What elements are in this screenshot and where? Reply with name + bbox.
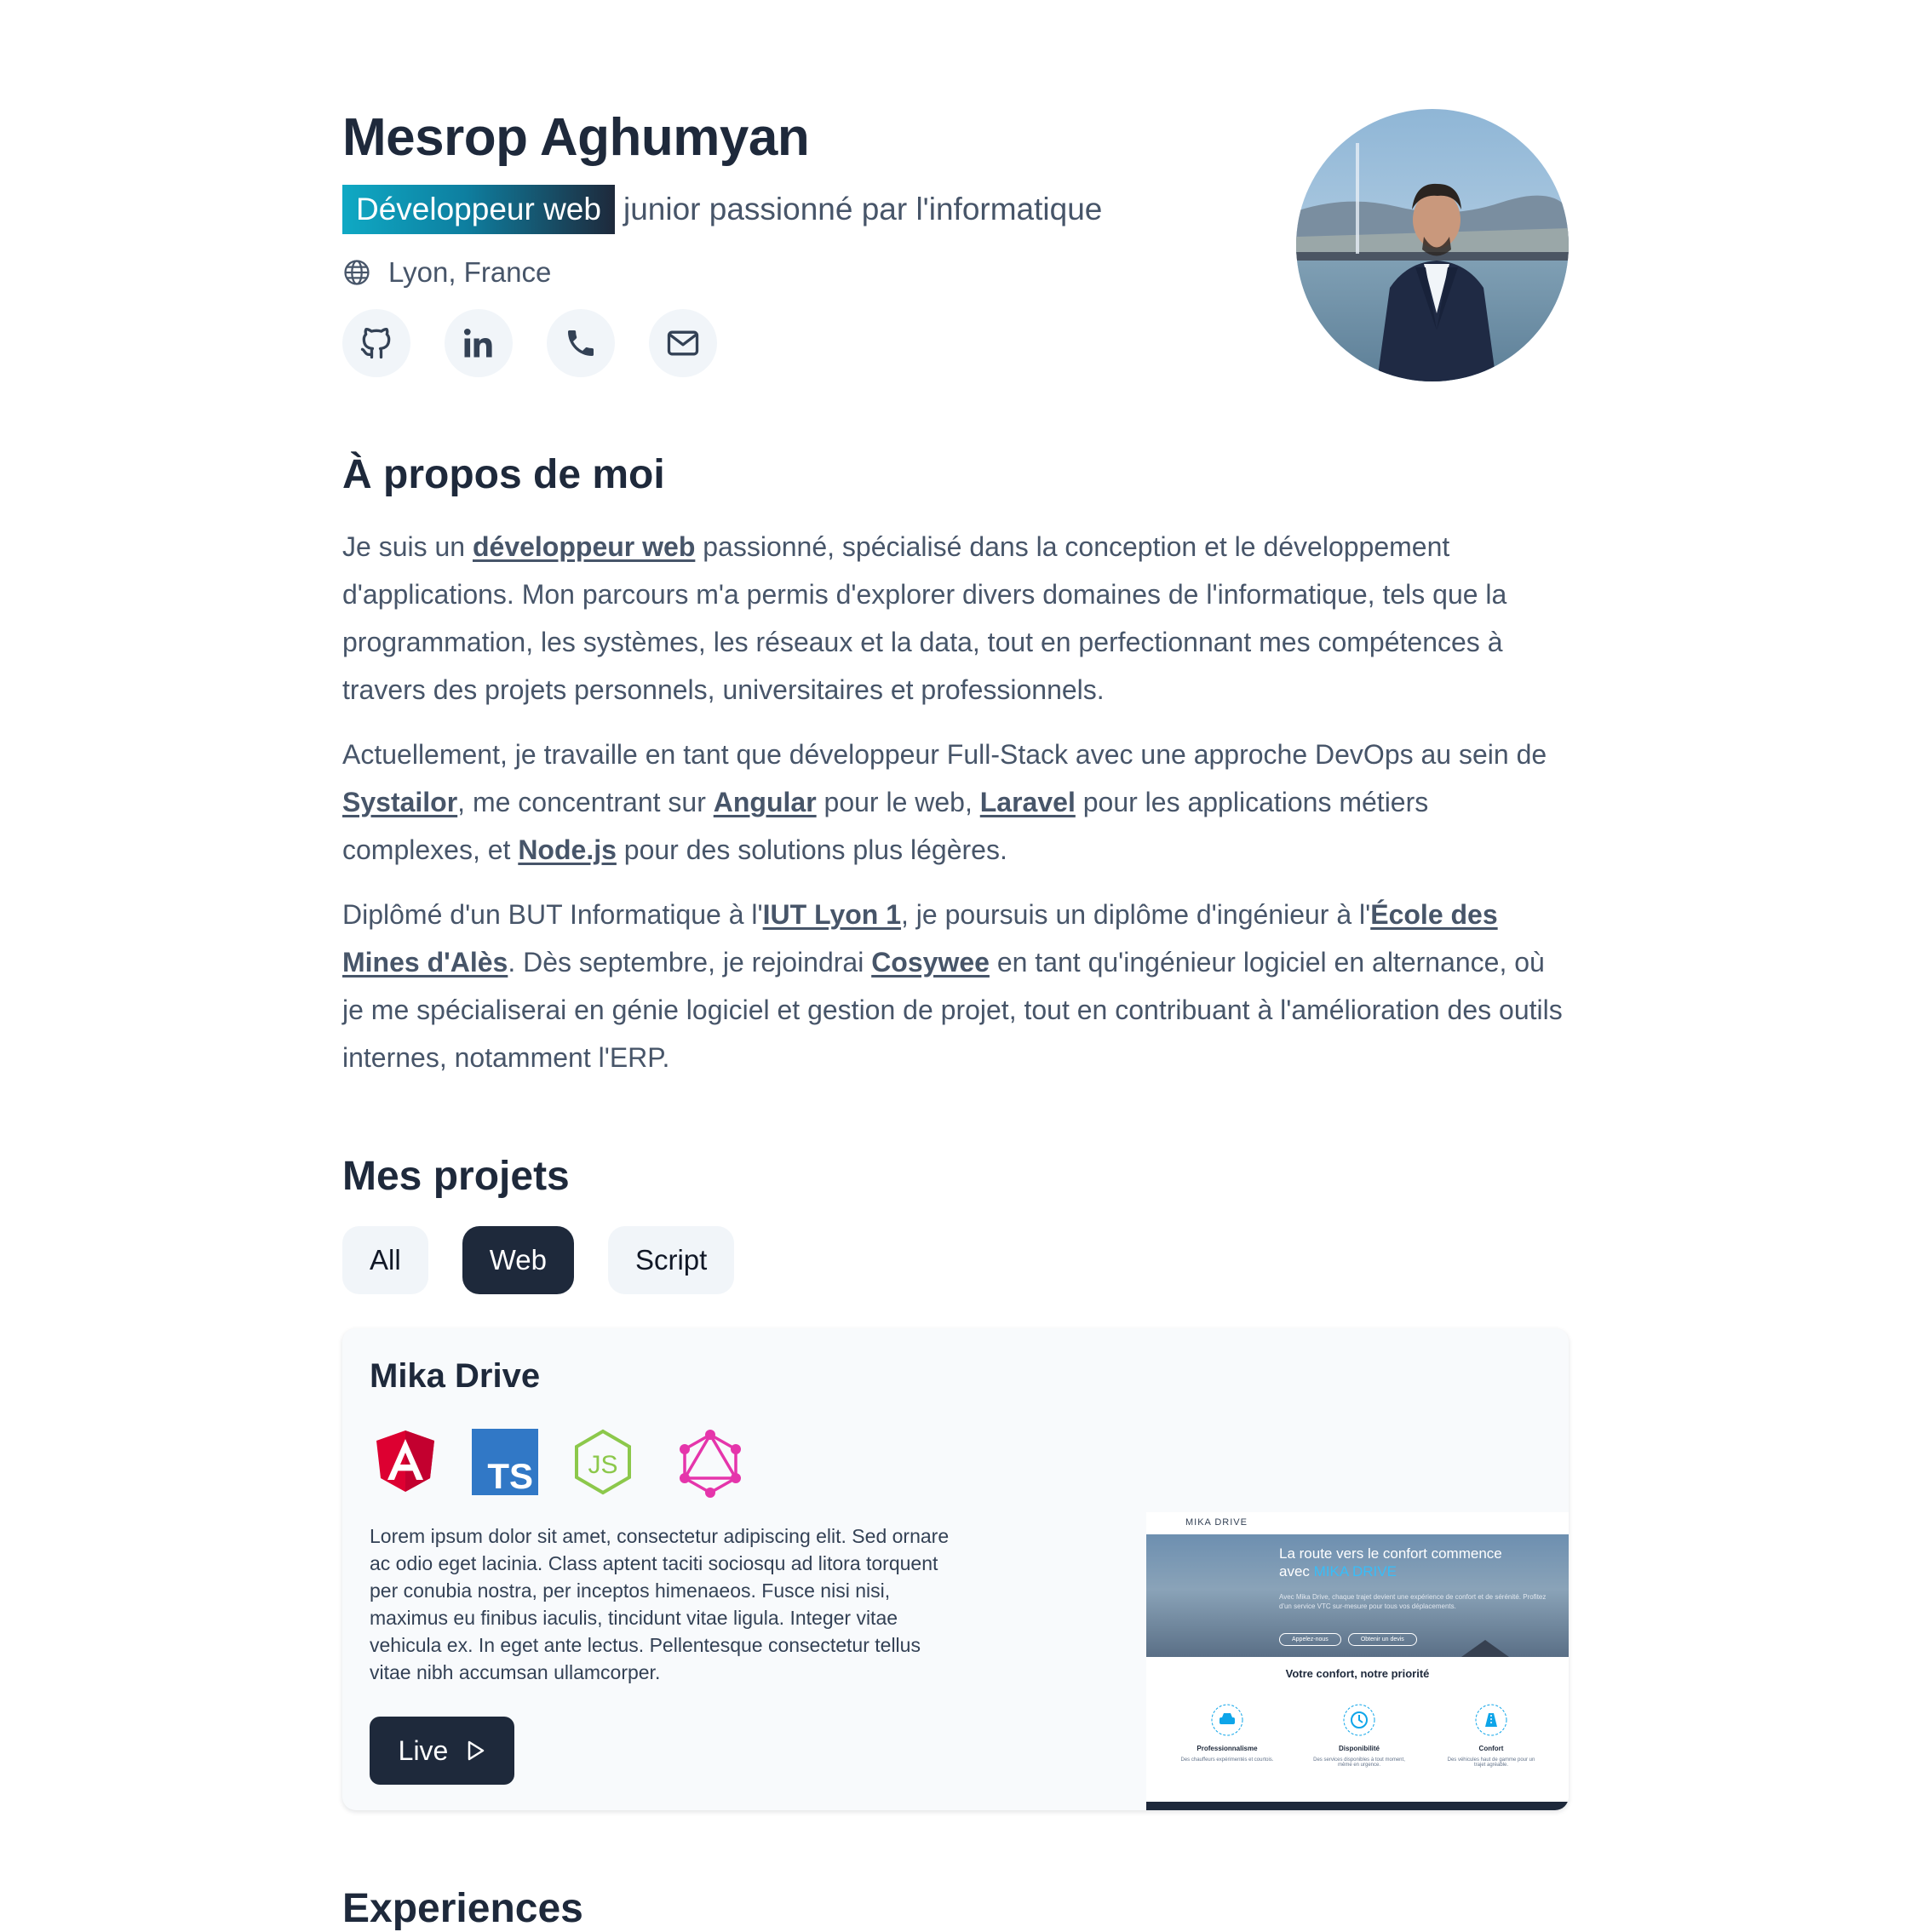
car-icon [1211,1704,1243,1736]
about-paragraph-2: Actuellement, je travaille en tant que d… [342,739,1547,865]
filter-script[interactable]: Script [607,1226,735,1294]
project-title: Mika Drive [370,1357,541,1395]
link-angular[interactable]: Angular [714,787,817,817]
about-paragraph-1: Je suis un développeur web passionné, sp… [342,531,1507,705]
link-laravel[interactable]: Laravel [980,787,1076,817]
filter-web[interactable]: Web [462,1226,574,1294]
road-icon [1475,1704,1507,1736]
projects-heading: Mes projets [342,1154,570,1199]
graphql-icon [680,1430,741,1498]
preview-call-button: Appelez-nous [1279,1633,1341,1646]
filter-all[interactable]: All [342,1226,428,1294]
profile-subtitle: Développeur web junior passionné par l'i… [342,185,1102,234]
svg-text:TS: TS [487,1456,533,1495]
nodejs-icon: JS [575,1429,631,1495]
email-link[interactable] [649,309,717,377]
link-cosywee[interactable]: Cosywee [871,947,990,977]
profile-name: Mesrop Aghumyan [342,108,810,167]
preview-hero: La route vers le confort commence avec M… [1146,1534,1569,1657]
linkedin-link[interactable] [445,309,513,377]
live-button[interactable]: Live [370,1717,514,1785]
about-text: Je suis un développeur web passionné, sp… [342,523,1569,1098]
location: Lyon, France [342,254,551,291]
profile-photo [1296,109,1569,381]
role-badge: Développeur web [342,185,615,234]
github-icon [360,327,391,359]
link-iut-lyon[interactable]: IUT Lyon 1 [763,899,901,930]
link-systailor[interactable]: Systailor [342,787,457,817]
globe-icon [344,260,370,285]
location-text: Lyon, France [388,256,552,288]
link-nodejs[interactable]: Node.js [518,834,617,865]
typescript-icon: TS [472,1429,538,1495]
phone-link[interactable] [547,309,615,377]
live-label: Live [398,1734,449,1766]
preview-logo: MIKA DRIVE [1185,1517,1248,1528]
preview-feature: Disponibilité Des services disponibles à… [1312,1703,1406,1768]
preview-navbar: MIKA DRIVE [1146,1512,1569,1534]
play-icon [468,1740,485,1761]
preview-feature: Confort Des véhicules haut de gamme pour… [1444,1703,1538,1768]
svg-text:JS: JS [588,1451,617,1479]
github-link[interactable] [342,309,410,377]
about-heading: À propos de moi [342,452,665,497]
linkedin-icon [463,328,492,358]
preview-section-title: Votre confort, notre priorité [1285,1667,1430,1680]
experiences-heading: Experiences [342,1886,583,1931]
link-developpeur-web[interactable]: développeur web [473,531,695,562]
mail-icon [667,330,699,356]
preview-feature: Professionnalisme Des chauffeurs expérim… [1180,1703,1274,1768]
project-preview: MIKA DRIVE La route vers le confort comm… [1146,1512,1569,1810]
phone-icon [568,330,594,356]
project-card: Mika Drive TS JS Lorem ipsum dolor sit a… [342,1328,1569,1810]
social-links [342,309,717,377]
about-paragraph-3: Diplômé d'un BUT Informatique à l'IUT Ly… [342,899,1563,1073]
angular-icon [376,1430,434,1492]
project-description: Lorem ipsum dolor sit amet, consectetur … [370,1525,950,1683]
role-description: junior passionné par l'informatique [623,192,1103,226]
project-filters: All Web Script [342,1226,735,1294]
preview-quote-button: Obtenir un devis [1347,1633,1417,1646]
clock-icon [1343,1704,1375,1736]
